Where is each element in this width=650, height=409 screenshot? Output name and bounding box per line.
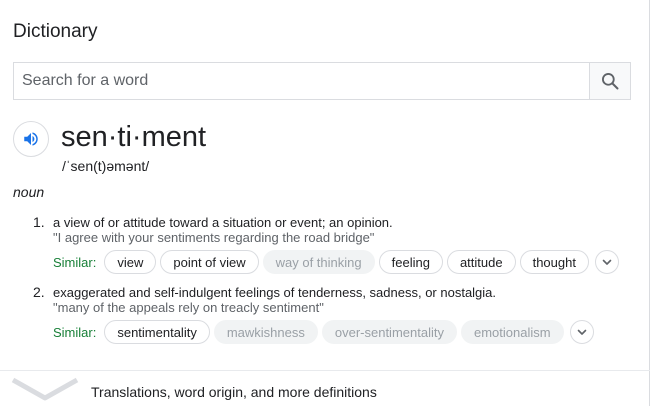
panel-title: Dictionary bbox=[13, 21, 98, 42]
similar-label: Similar: bbox=[53, 324, 97, 340]
more-definitions-link[interactable]: Translations, word origin, and more defi… bbox=[91, 384, 377, 400]
footer-divider bbox=[0, 370, 650, 371]
similar-chip[interactable]: thought bbox=[519, 250, 589, 274]
definition-example: "many of the appeals rely on treacly sen… bbox=[53, 300, 324, 315]
search-box bbox=[13, 62, 631, 100]
speaker-icon bbox=[24, 132, 38, 146]
similar-chip[interactable]: mawkishness bbox=[213, 320, 318, 344]
similar-row: Similar: view point of view way of think… bbox=[53, 249, 619, 275]
definition-text: exaggerated and self-indulgent feelings … bbox=[53, 285, 497, 300]
similar-chip[interactable]: feeling bbox=[378, 250, 443, 274]
phonetic: /ˈsen(t)əmənt/ bbox=[62, 158, 150, 174]
chevron-down-icon bbox=[577, 329, 586, 335]
definition-text: a view of or attitude toward a situation… bbox=[53, 215, 393, 230]
similar-chip[interactable]: emotionalism bbox=[460, 320, 564, 344]
search-button[interactable] bbox=[589, 63, 630, 99]
similar-chip[interactable]: way of thinking bbox=[262, 250, 375, 274]
search-input[interactable] bbox=[14, 63, 592, 99]
search-icon bbox=[602, 73, 619, 90]
chevron-down-icon bbox=[602, 259, 612, 265]
expand-similar-button[interactable] bbox=[594, 250, 619, 274]
similar-chip[interactable]: over-sentimentality bbox=[321, 320, 457, 344]
expand-similar-button[interactable] bbox=[569, 320, 594, 344]
headword: sen·ti·ment bbox=[61, 121, 207, 153]
similar-label: Similar: bbox=[53, 254, 97, 270]
definition-number: 1. bbox=[33, 214, 45, 230]
similar-chip[interactable]: sentimentality bbox=[104, 320, 210, 344]
expand-more-button[interactable] bbox=[11, 376, 79, 409]
similar-chip[interactable]: attitude bbox=[446, 250, 516, 274]
part-of-speech: noun bbox=[13, 184, 45, 200]
similar-chip[interactable]: view bbox=[104, 250, 157, 274]
chevron-down-icon bbox=[11, 377, 79, 401]
similar-chip[interactable]: point of view bbox=[160, 250, 259, 274]
definition-example: "I agree with your sentiments regarding … bbox=[53, 230, 375, 245]
definition-number: 2. bbox=[33, 284, 45, 300]
similar-row: Similar: sentimentality mawkishness over… bbox=[53, 319, 594, 345]
pronunciation-button[interactable] bbox=[13, 121, 49, 157]
